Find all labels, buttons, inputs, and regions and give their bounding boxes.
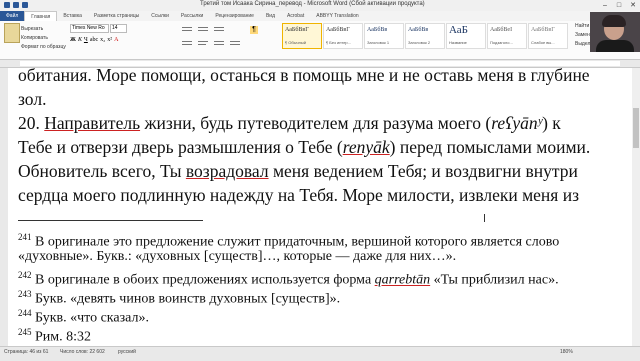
underline-button[interactable]: Ч bbox=[84, 37, 88, 43]
style-heading-1[interactable]: АаБбВв Заголовок 1 bbox=[364, 23, 404, 49]
vertical-ruler[interactable] bbox=[0, 68, 8, 346]
horizontal-ruler[interactable] bbox=[0, 60, 640, 68]
styles-gallery: АаБбВвГ ¶ Обычный АаБбВвГ ¶ Без интер... А… bbox=[282, 23, 568, 49]
italic-button[interactable]: К bbox=[78, 37, 82, 43]
ribbon: Вырезать Копировать Формат по образцу Ti… bbox=[0, 21, 640, 60]
doc-line: 20. Направитель жизни, будь путеводителе… bbox=[18, 113, 561, 133]
word-count[interactable]: Число слов: 22 602 bbox=[60, 349, 105, 355]
cut-button[interactable]: Вырезать bbox=[21, 26, 43, 32]
page-count[interactable]: Страница: 46 из 61 bbox=[4, 349, 48, 355]
maximize-icon[interactable]: □ bbox=[612, 0, 626, 11]
undo-icon[interactable] bbox=[22, 2, 28, 8]
font-size-select[interactable]: 14 bbox=[110, 24, 127, 33]
tab-review[interactable]: Рецензирование bbox=[209, 11, 260, 21]
vertical-scrollbar[interactable] bbox=[632, 68, 640, 346]
doc-line: зол. bbox=[18, 89, 47, 109]
copy-button[interactable]: Копировать bbox=[21, 35, 48, 41]
tab-references[interactable]: Ссылки bbox=[145, 11, 175, 21]
bold-button[interactable]: Ж bbox=[70, 37, 76, 43]
superscript-button[interactable]: x² bbox=[107, 37, 112, 43]
doc-line: Тебе и отверзи дверь размышления о Тебе … bbox=[18, 137, 591, 157]
footnote: «духовные». Букв.: «духовных [существ]…,… bbox=[18, 249, 457, 264]
word-icon bbox=[4, 2, 10, 8]
clipboard-group: Вырезать Копировать Формат по образцу bbox=[4, 23, 66, 57]
subscript-button[interactable]: x₂ bbox=[100, 37, 105, 43]
tab-file[interactable]: Файл bbox=[0, 11, 25, 21]
language[interactable]: русский bbox=[118, 349, 136, 355]
window-title: Третий том Исаака Сирина_перевод - Micro… bbox=[200, 1, 425, 7]
doc-line: сердца моего подлинную надежду на Тебя. … bbox=[18, 185, 579, 205]
tab-acrobat[interactable]: Acrobat bbox=[281, 11, 310, 21]
save-icon[interactable] bbox=[13, 2, 19, 8]
style-title[interactable]: АаБ Название bbox=[446, 23, 486, 49]
font-name-select[interactable]: Times New Ro bbox=[70, 24, 109, 33]
strikethrough-button[interactable]: abc bbox=[90, 37, 98, 43]
style-heading-2[interactable]: АаБбВв Заголовок 2 bbox=[405, 23, 445, 49]
tab-view[interactable]: Вид bbox=[260, 11, 281, 21]
style-subtitle[interactable]: АаБбВеІ Подзаголо... bbox=[487, 23, 527, 49]
mouse-cursor bbox=[484, 214, 485, 222]
document-page[interactable]: обитания. Море помощи, останься в помощь… bbox=[0, 68, 640, 346]
doc-line: Обновитель всего, Ты возрадовал меня вед… bbox=[18, 161, 578, 181]
tab-mailings[interactable]: Рассылки bbox=[175, 11, 209, 21]
tab-home[interactable]: Главная bbox=[24, 11, 58, 21]
show-formatting-button[interactable]: ¶ bbox=[250, 26, 258, 34]
quick-access-toolbar[interactable] bbox=[4, 2, 28, 8]
ribbon-tabs: Файл Главная Вставка Разметка страницы С… bbox=[0, 11, 640, 21]
style-subtle-emphasis[interactable]: АаБбВвГ Слабое вы... bbox=[528, 23, 568, 49]
doc-line: обитания. Море помощи, останься в помощь… bbox=[18, 68, 590, 85]
webcam-overlay bbox=[590, 12, 640, 52]
tab-insert[interactable]: Вставка bbox=[57, 11, 88, 21]
paragraph-group: ¶ bbox=[180, 24, 270, 56]
status-bar: Страница: 46 из 61 Число слов: 22 602 ру… bbox=[0, 346, 640, 361]
tab-page-layout[interactable]: Разметка страницы bbox=[88, 11, 145, 21]
title-bar: Третий том Исаака Сирина_перевод - Micro… bbox=[0, 0, 640, 11]
format-painter-button[interactable]: Формат по образцу bbox=[21, 44, 66, 50]
font-color-button[interactable]: A bbox=[114, 37, 118, 43]
style-normal[interactable]: АаБбВвГ ¶ Обычный bbox=[282, 23, 322, 49]
paste-button[interactable] bbox=[4, 23, 20, 43]
minimize-icon[interactable]: – bbox=[598, 0, 612, 11]
tab-abbyy[interactable]: ABBYY Translation bbox=[310, 11, 364, 21]
close-icon[interactable]: ✕ bbox=[626, 0, 640, 11]
footnote-separator bbox=[18, 220, 203, 221]
style-no-spacing[interactable]: АаБбВвГ ¶ Без интер... bbox=[323, 23, 363, 49]
zoom-level[interactable]: 180% bbox=[560, 349, 573, 355]
footnote: 245 Рим. 8:32 bbox=[18, 327, 92, 345]
